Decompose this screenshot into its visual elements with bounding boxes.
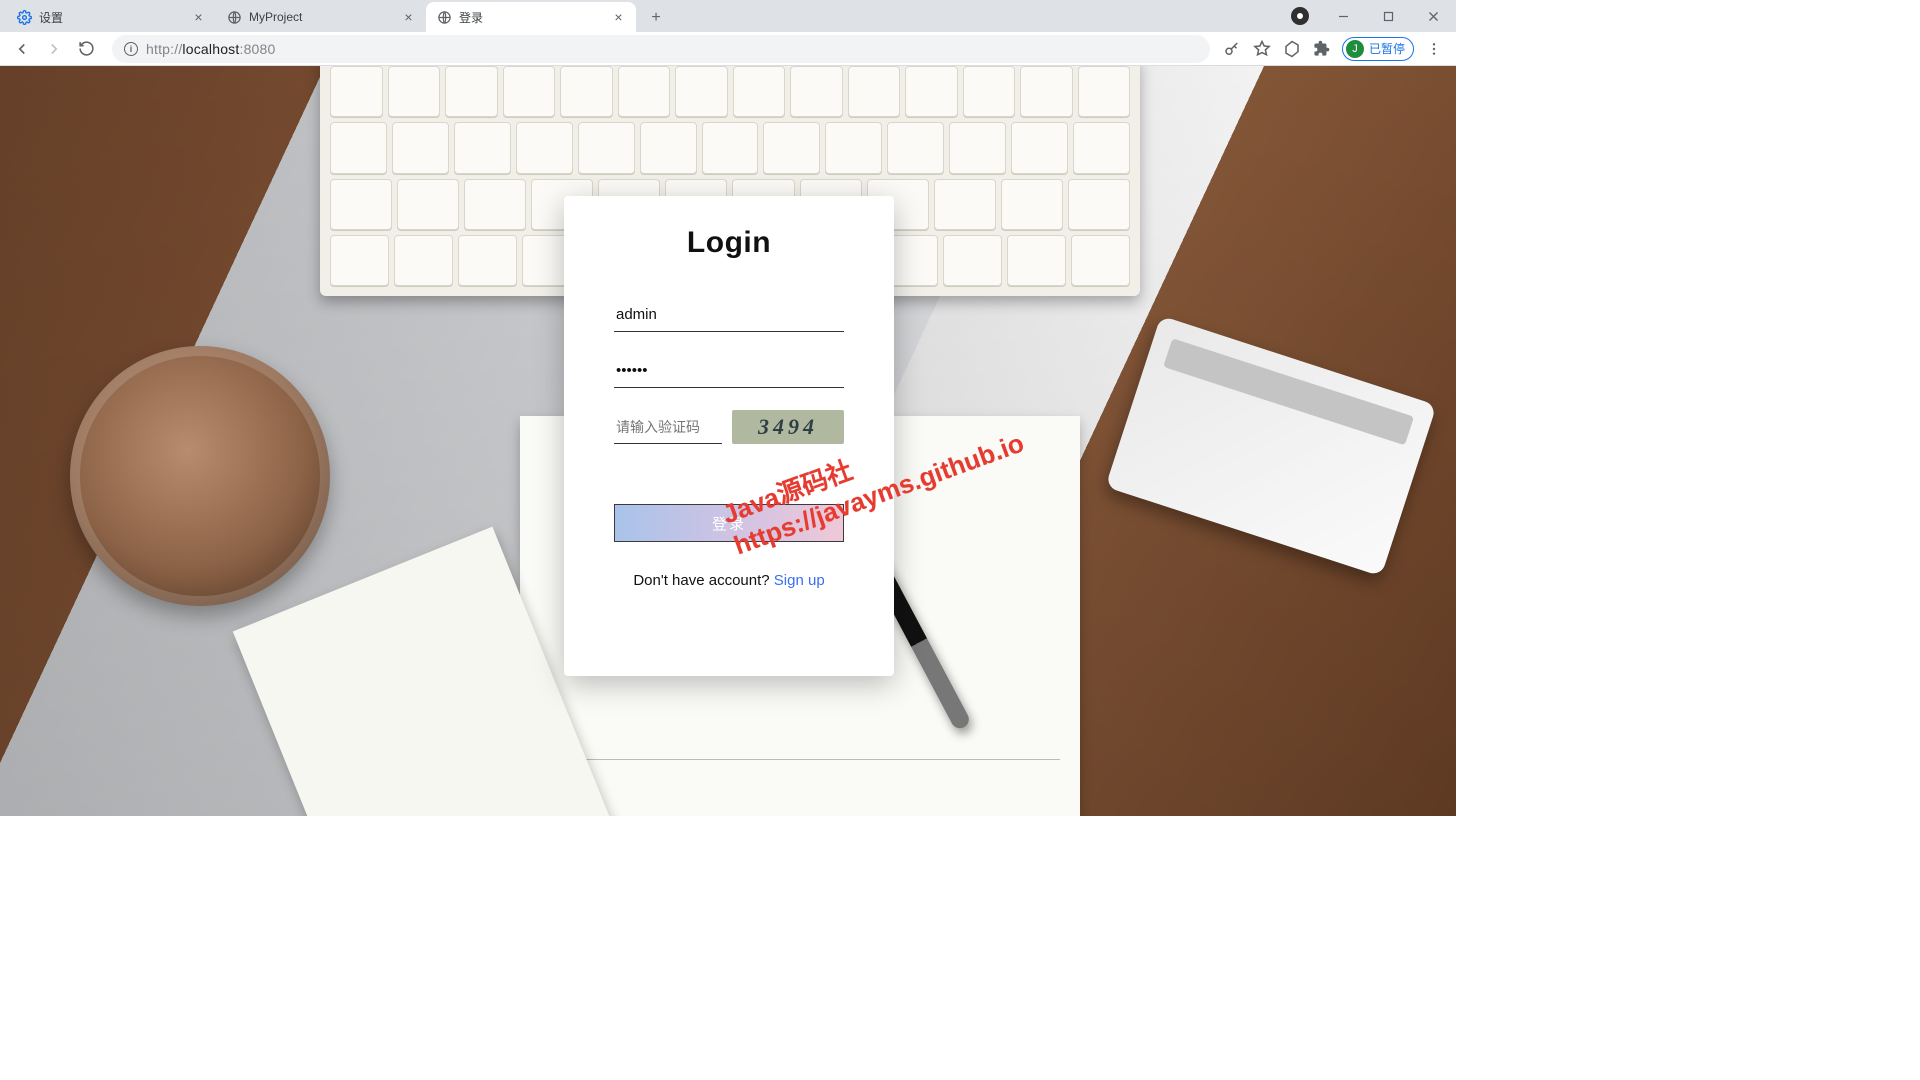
tab-label: 设置 xyxy=(39,9,184,26)
new-tab-button[interactable]: + xyxy=(642,4,670,32)
browser-toolbar: i http://localhost:8080 J 已暂停 xyxy=(0,32,1456,66)
tab-label: MyProject xyxy=(249,10,394,24)
signup-link[interactable]: Sign up xyxy=(774,572,825,589)
tab-label: 登录 xyxy=(459,9,604,26)
reload-button[interactable] xyxy=(72,35,100,63)
close-icon[interactable]: × xyxy=(191,10,206,25)
tab-myproject[interactable]: MyProject × xyxy=(216,2,426,32)
extensions-puzzle-icon[interactable] xyxy=(1312,39,1332,59)
minimize-button[interactable] xyxy=(1321,1,1366,31)
globe-icon xyxy=(226,9,242,25)
address-bar[interactable]: i http://localhost:8080 xyxy=(112,35,1210,63)
bg-coffee xyxy=(70,346,330,606)
password-key-icon[interactable] xyxy=(1222,39,1242,59)
tab-strip: 设置 × MyProject × 登录 × + xyxy=(0,0,1456,32)
window-controls xyxy=(1291,0,1456,32)
signup-line: Don't have account? Sign up xyxy=(599,572,859,589)
back-button[interactable] xyxy=(8,35,36,63)
no-account-text: Don't have account? xyxy=(633,572,773,589)
profile-indicator-icon[interactable] xyxy=(1291,7,1309,25)
page-viewport: Login 3494 登录 Don't have account? Sign u… xyxy=(0,66,1456,816)
extension-hexagon-icon[interactable] xyxy=(1282,39,1302,59)
captcha-image[interactable]: 3494 xyxy=(732,410,844,444)
login-button[interactable]: 登录 xyxy=(614,504,844,542)
close-icon[interactable]: × xyxy=(401,10,416,25)
url-text: http://localhost:8080 xyxy=(146,41,276,57)
close-window-button[interactable] xyxy=(1411,1,1456,31)
captcha-input[interactable] xyxy=(614,411,722,444)
tab-login[interactable]: 登录 × xyxy=(426,2,636,32)
profile-pill-label: 已暂停 xyxy=(1369,40,1405,57)
avatar: J xyxy=(1346,40,1364,58)
login-card: Login 3494 登录 Don't have account? Sign u… xyxy=(564,196,894,676)
maximize-button[interactable] xyxy=(1366,1,1411,31)
profile-pill[interactable]: J 已暂停 xyxy=(1342,37,1414,61)
forward-button[interactable] xyxy=(40,35,68,63)
bookmark-star-icon[interactable] xyxy=(1252,39,1272,59)
kebab-menu-icon[interactable] xyxy=(1424,39,1444,59)
gear-icon xyxy=(16,9,32,25)
globe-icon xyxy=(436,9,452,25)
toolbar-actions: J 已暂停 xyxy=(1222,37,1448,61)
login-title: Login xyxy=(599,226,859,260)
username-input[interactable] xyxy=(614,298,844,332)
close-icon[interactable]: × xyxy=(611,10,626,25)
site-info-icon[interactable]: i xyxy=(124,42,138,56)
password-input[interactable] xyxy=(614,354,844,388)
tab-settings[interactable]: 设置 × xyxy=(6,2,216,32)
